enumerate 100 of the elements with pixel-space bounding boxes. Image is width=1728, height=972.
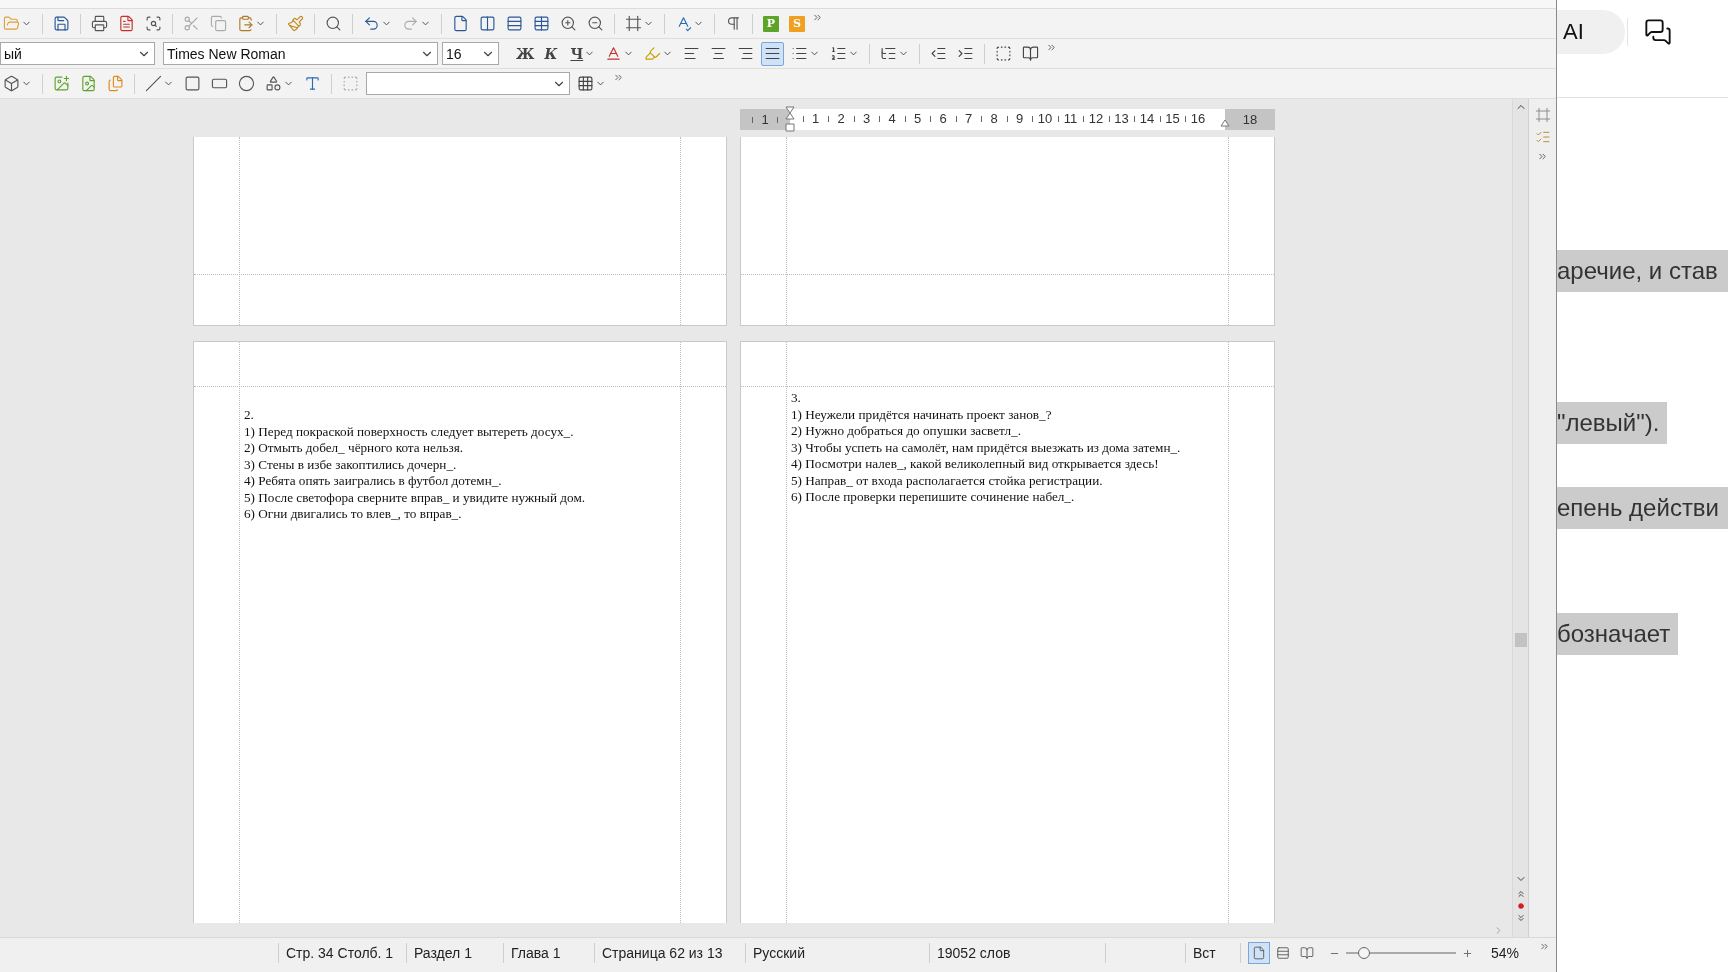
text-line: 3) Стены в избе закоптились дочерн_. [244, 456, 457, 473]
font-size: 16 [446, 45, 462, 62]
numbered-list-icon [830, 45, 848, 62]
more-icon[interactable] [613, 72, 624, 83]
ruler-number: 10 [1037, 111, 1053, 127]
text-line: 2. [244, 407, 254, 424]
insert-image-icon [53, 75, 70, 92]
align-right-icon [737, 45, 755, 62]
ruler-number: 15 [1165, 111, 1180, 127]
previous-page-icon[interactable] [1515, 889, 1526, 899]
navigator-icon[interactable] [1517, 903, 1524, 909]
highlighted-text: аречие, и став [1557, 250, 1728, 292]
more-icon[interactable] [1046, 42, 1058, 53]
text-line: 5) После светофора сверните вправ_ и увидите нужный дом. [244, 489, 586, 506]
indent-increase-icon [957, 45, 975, 62]
frame-icon [625, 15, 642, 32]
pdf-icon [118, 15, 135, 32]
paste-icon [237, 15, 254, 32]
status-text: Глава 1 [511, 945, 561, 961]
open-icon [3, 15, 20, 32]
format-button[interactable]: Ж [513, 41, 538, 66]
view-mode-button[interactable] [1248, 942, 1270, 964]
redo-icon [402, 15, 419, 32]
justify-icon [764, 45, 782, 62]
ruler-number: 16 [1190, 111, 1206, 127]
ruler-number: 8 [990, 111, 998, 127]
format-button[interactable]: Ч [567, 41, 599, 66]
shapes-icon [265, 75, 282, 92]
text-line: 3) Чтобы успеть на самолёт, нам придётся выезжать из дома затемн_. [791, 439, 1181, 456]
dropdown-field[interactable] [366, 72, 570, 95]
more-icon[interactable] [812, 12, 823, 23]
page-icon [452, 15, 469, 32]
ruler-number: 3 [862, 111, 871, 127]
style-name: ый [4, 45, 22, 62]
rows-icon [506, 15, 523, 32]
ole-object-icon [3, 75, 20, 92]
highlighted-text: бозначает [1557, 613, 1679, 655]
highlighter-icon [644, 45, 662, 62]
scroll-thumb[interactable] [1514, 633, 1527, 647]
format-label: Ч [570, 45, 584, 62]
ruler-number: 7 [964, 111, 973, 127]
rectangle-icon [184, 75, 201, 92]
ellipse-icon [238, 75, 255, 92]
properties-icon[interactable] [1534, 107, 1551, 123]
style-combo[interactable]: ый [0, 42, 155, 65]
highlighted-text: епень действи [1557, 487, 1728, 529]
format-button[interactable]: К [541, 41, 564, 66]
paintbrush-icon [287, 15, 304, 32]
copy-icon [210, 15, 227, 32]
save-icon [53, 15, 70, 32]
page-view-icon [1252, 946, 1266, 960]
undo-icon [363, 15, 380, 32]
text-line: 4) Посмотри налев_, какой великолепный вид открывается здесь! [791, 456, 1159, 473]
ruler-number: 14 [1139, 111, 1155, 127]
ruler-number: 1 [811, 111, 820, 127]
ruler-number: 18 [1242, 112, 1258, 127]
bullet-list-icon [791, 45, 809, 62]
font-size-combo[interactable]: 16 [442, 42, 499, 65]
zoom-in-icon[interactable] [1462, 947, 1473, 959]
ruler-number: 12 [1088, 111, 1104, 127]
outline-list-icon [880, 45, 898, 62]
fontwork-icon [304, 75, 321, 92]
indent-decrease-icon [930, 45, 948, 62]
status-text: Раздел 1 [414, 945, 472, 961]
line-icon [145, 75, 162, 92]
columns-icon [479, 15, 496, 32]
status-text: Стр. 34 Столб. 1 [286, 945, 394, 961]
text-line: 4) Ребята опять заигрались в футбол дотемн_. [244, 473, 502, 490]
text-line: 2) Нужно добраться до опушки засветл_. [791, 423, 1021, 440]
pilcrow-icon [725, 15, 742, 32]
page-view-icon [1276, 946, 1290, 960]
zoom-percent: 54% [1491, 945, 1520, 961]
styles-icon[interactable] [1534, 129, 1551, 145]
align-left-icon [683, 45, 701, 62]
ruler-number: 11 [1063, 111, 1078, 127]
more-icon[interactable] [1539, 941, 1551, 952]
insert-mode-text[interactable]: Вст [1193, 945, 1216, 961]
text-line: 6) После проверки перепишите сочинение набел_. [791, 489, 1075, 506]
paragraph-style-icon [1022, 45, 1040, 62]
font-color-icon [605, 45, 623, 62]
justify-button[interactable] [761, 41, 785, 66]
print-preview-icon [145, 15, 162, 32]
table-icon [533, 15, 550, 32]
zoom-in-icon [560, 15, 577, 32]
ruler-number: 6 [939, 111, 947, 127]
text-line: 3. [791, 390, 801, 407]
highlighted-text: "левый"). [1557, 402, 1668, 444]
ai-button[interactable]: AI [1557, 10, 1625, 54]
more-icon[interactable] [1537, 151, 1548, 162]
next-page-icon[interactable] [1515, 913, 1526, 923]
status-text: Русский [753, 945, 805, 961]
text-line: 5) Направ_ от входа располагается стойка регистрации. [791, 472, 1103, 489]
indent-marker-icon[interactable] [785, 106, 795, 132]
text-line: 6) Огни двигались то влев_, то вправ_. [244, 506, 462, 523]
ruler-number: 13 [1114, 111, 1129, 127]
status-text: Страница 62 из 13 [602, 945, 723, 961]
chat-icon[interactable] [1644, 18, 1672, 46]
font-combo[interactable]: Times New Roman [163, 42, 438, 65]
ruler-number: 5 [913, 111, 922, 127]
table-grid-icon [577, 75, 594, 92]
